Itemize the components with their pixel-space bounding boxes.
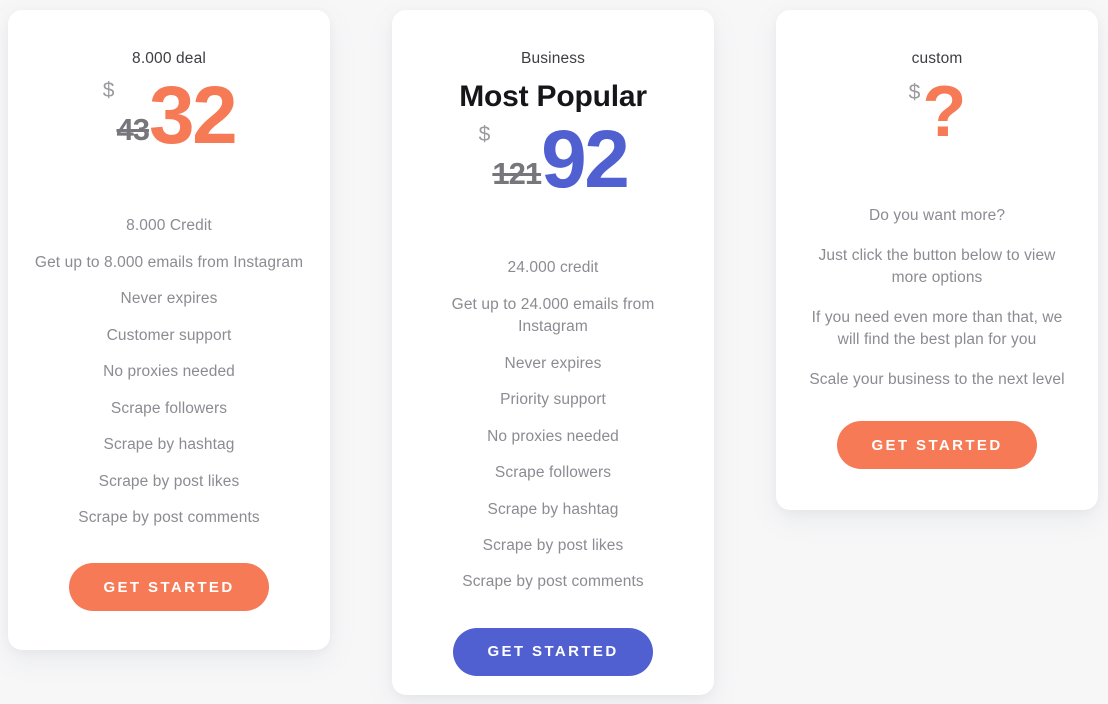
feature-list-business: 24.000 credit Get up to 24.000 emails fr… [392,257,714,594]
feature-list-custom: Do you want more? Just click the button … [776,205,1098,391]
plan-name-business: Business [520,50,586,67]
price-block-business: $ 121 92 [392,114,714,205]
feature-item: Just click the button below to view more… [818,246,1056,287]
feature-item: Scrape followers [494,464,612,482]
feature-list-basic: 8.000 Credit Get up to 8.000 emails from… [8,215,330,529]
old-price-business: 121 [492,156,542,192]
pricing-plans-container: 8.000 deal $ 43 32 8.000 Credit Get up t… [0,0,1108,704]
currency-symbol-custom: $ [908,81,921,105]
feature-item: Get up to 24.000 emails from Instagram [451,295,655,336]
feature-item: Do you want more? [868,207,1006,225]
feature-item: Scrape by hashtag [103,436,235,454]
feature-item: Scale your business to the next level [809,370,1065,388]
feature-item: No proxies needed [103,363,235,381]
feature-item: Customer support [106,326,232,344]
currency-symbol-business: $ [478,123,491,147]
pricing-card-business: Business Most Popular $ 121 92 24.000 cr… [392,10,714,695]
question-mark-icon: ? [922,72,966,152]
feature-item: Scrape by post likes [482,536,624,554]
price-block-basic: $ 43 32 [8,70,330,161]
feature-item: Scrape by post comments [462,573,644,591]
current-price-basic: 32 [148,70,238,161]
feature-item: If you need even more than that, we will… [811,308,1063,349]
feature-item: Scrape by hashtag [487,500,619,518]
get-started-button-custom[interactable]: GET STARTED [837,421,1037,469]
plan-name-basic: 8.000 deal [132,50,206,67]
feature-item: 8.000 Credit [126,217,212,235]
feature-item: Never expires [120,290,218,308]
plan-name-custom: custom [911,50,963,67]
currency-symbol-basic: $ [102,79,115,103]
feature-item: Get up to 8.000 emails from Instagram [34,253,304,271]
feature-item: Scrape followers [110,399,228,417]
feature-item: 24.000 credit [507,259,599,277]
get-started-button-basic[interactable]: GET STARTED [69,563,269,612]
most-popular-headline: Most Popular [459,80,647,113]
current-price-business: 92 [541,114,630,205]
feature-item: Scrape by post likes [98,472,240,490]
price-block-custom: $ ? [776,72,1098,152]
feature-item: Priority support [500,391,606,409]
feature-item: Never expires [504,354,602,372]
pricing-card-basic: 8.000 deal $ 43 32 8.000 Credit Get up t… [8,10,330,650]
pricing-card-custom: custom $ ? Do you want more? Just click … [776,10,1098,510]
get-started-button-business[interactable]: GET STARTED [453,627,653,676]
old-price-basic: 43 [116,112,149,148]
feature-item: Scrape by post comments [78,508,260,526]
feature-item: No proxies needed [487,427,619,445]
